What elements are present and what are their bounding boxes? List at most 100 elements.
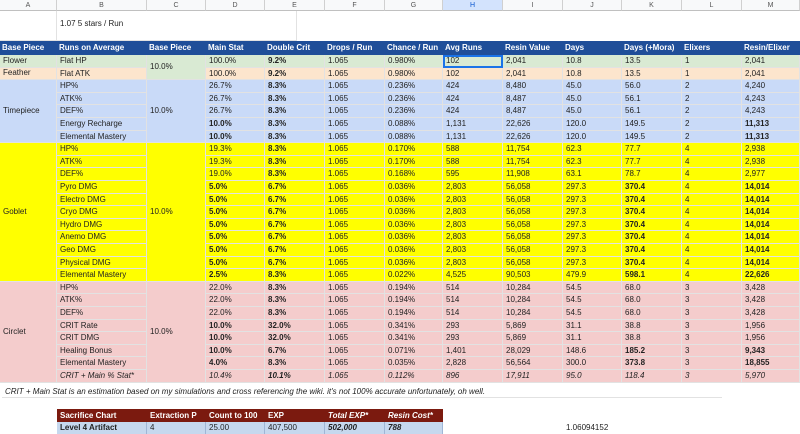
cell-main[interactable]: 5.0% bbox=[206, 206, 265, 219]
cell-main[interactable]: 5.0% bbox=[206, 181, 265, 194]
cell-dc[interactable]: 8.3% bbox=[265, 118, 325, 131]
cell-avg[interactable]: 2,803 bbox=[443, 256, 503, 270]
cell-dc[interactable]: 10.1% bbox=[265, 370, 325, 383]
column-header-m[interactable]: M bbox=[742, 0, 800, 11]
column-header-h[interactable]: H bbox=[443, 0, 503, 11]
cell-dc[interactable]: 8.3% bbox=[265, 168, 325, 181]
sacrifice-cell-4[interactable]: 407,500 bbox=[265, 421, 325, 434]
cell-chance[interactable]: 0.036% bbox=[385, 256, 443, 270]
cell-avg[interactable]: 293 bbox=[443, 332, 503, 345]
column-header-d[interactable]: D bbox=[206, 0, 265, 11]
cell-elix[interactable]: 4 bbox=[682, 231, 742, 244]
cell-name[interactable]: CRIT + Main % Stat* bbox=[57, 370, 147, 383]
cell-main[interactable]: 5.0% bbox=[206, 193, 265, 207]
cell-days[interactable]: 297.3 bbox=[563, 244, 622, 257]
cell-dc[interactable]: 8.3% bbox=[265, 357, 325, 370]
cell-main[interactable]: 10.0% bbox=[206, 332, 265, 345]
cell-dc[interactable]: 32.0% bbox=[265, 332, 325, 345]
column-title-3[interactable]: Base Piece bbox=[147, 41, 206, 55]
cell-rpe[interactable]: 14,014 bbox=[742, 244, 800, 257]
cell-drops[interactable]: 1.065 bbox=[325, 256, 385, 270]
cell-days[interactable]: 479.9 bbox=[563, 269, 622, 282]
sacrifice-cell-2[interactable]: 4 bbox=[147, 421, 206, 434]
cell-drops[interactable]: 1.065 bbox=[325, 269, 385, 282]
cell-drops[interactable]: 1.065 bbox=[325, 55, 385, 68]
cell-elix[interactable]: 2 bbox=[682, 92, 742, 106]
cell-drops[interactable]: 1.065 bbox=[325, 193, 385, 207]
cell-rpe[interactable]: 2,977 bbox=[742, 168, 800, 181]
cell-chance[interactable]: 0.071% bbox=[385, 344, 443, 358]
base-piece-value[interactable]: 10.0% bbox=[147, 143, 206, 282]
cell-dc[interactable]: 8.3% bbox=[265, 269, 325, 282]
sacrifice-header-1[interactable]: Sacrifice Chart bbox=[57, 408, 147, 422]
column-header-c[interactable]: C bbox=[147, 0, 206, 11]
cell-name[interactable]: Hydro DMG bbox=[57, 218, 147, 232]
cell-main[interactable]: 22.0% bbox=[206, 294, 265, 307]
cell-name[interactable]: HP% bbox=[57, 80, 147, 93]
column-title-13[interactable]: Resin/Elixer bbox=[742, 41, 800, 55]
cell-rpe[interactable]: 3,428 bbox=[742, 281, 800, 295]
cell-dc[interactable]: 9.2% bbox=[265, 67, 325, 81]
cell-dc[interactable]: 6.7% bbox=[265, 206, 325, 219]
cell-avg[interactable]: 2,803 bbox=[443, 181, 503, 194]
cell-daysM[interactable]: 370.4 bbox=[622, 244, 682, 257]
cell-elix[interactable]: 3 bbox=[682, 332, 742, 345]
cell-resin[interactable]: 10,284 bbox=[503, 307, 563, 320]
cell-daysM[interactable]: 149.5 bbox=[622, 130, 682, 144]
cell-avg[interactable]: 1,401 bbox=[443, 344, 503, 358]
cell-drops[interactable]: 1.065 bbox=[325, 218, 385, 232]
cell-drops[interactable]: 1.065 bbox=[325, 143, 385, 156]
cell-name[interactable]: Elemental Mastery bbox=[57, 269, 147, 282]
cell-dc[interactable]: 8.3% bbox=[265, 105, 325, 118]
cell-chance[interactable]: 0.236% bbox=[385, 105, 443, 118]
cell-main[interactable]: 22.0% bbox=[206, 281, 265, 295]
cell-dc[interactable]: 8.3% bbox=[265, 294, 325, 307]
cell-elix[interactable]: 3 bbox=[682, 319, 742, 333]
cell-drops[interactable]: 1.065 bbox=[325, 168, 385, 181]
column-title-5[interactable]: Double Crit bbox=[265, 41, 325, 55]
cell-days[interactable]: 54.5 bbox=[563, 294, 622, 307]
cell-days[interactable]: 297.3 bbox=[563, 256, 622, 270]
cell-main[interactable]: 5.0% bbox=[206, 244, 265, 257]
cell-resin[interactable]: 56,058 bbox=[503, 218, 563, 232]
cell-avg[interactable]: 1,131 bbox=[443, 130, 503, 144]
cell-daysM[interactable]: 370.4 bbox=[622, 181, 682, 194]
cell-resin[interactable]: 56,058 bbox=[503, 193, 563, 207]
cell-rpe[interactable]: 14,014 bbox=[742, 193, 800, 207]
column-header-e[interactable]: E bbox=[265, 0, 325, 11]
sacrifice-cell-6[interactable]: 788 bbox=[385, 421, 443, 434]
cell-name[interactable]: Pyro DMG bbox=[57, 181, 147, 194]
cell-rpe[interactable]: 11,313 bbox=[742, 130, 800, 144]
cell-resin[interactable]: 56,564 bbox=[503, 357, 563, 370]
cell-dc[interactable]: 8.3% bbox=[265, 143, 325, 156]
base-piece-value[interactable]: 10.0% bbox=[147, 281, 206, 383]
column-title-10[interactable]: Days bbox=[563, 41, 622, 55]
cell-elix[interactable]: 3 bbox=[682, 370, 742, 383]
cell-daysM[interactable]: 38.8 bbox=[622, 319, 682, 333]
cell-main[interactable]: 4.0% bbox=[206, 357, 265, 370]
cell-rpe[interactable]: 4,243 bbox=[742, 92, 800, 106]
cell-days[interactable]: 120.0 bbox=[563, 118, 622, 131]
column-header-a[interactable]: A bbox=[0, 0, 57, 11]
cell-resin[interactable]: 56,058 bbox=[503, 231, 563, 244]
cell-elix[interactable]: 3 bbox=[682, 344, 742, 358]
cell-resin[interactable]: 56,058 bbox=[503, 206, 563, 219]
cell-chance[interactable]: 0.236% bbox=[385, 80, 443, 93]
cell-daysM[interactable]: 78.7 bbox=[622, 168, 682, 181]
cell-name[interactable]: DEF% bbox=[57, 307, 147, 320]
cell-resin[interactable]: 5,869 bbox=[503, 332, 563, 345]
cell-rpe[interactable]: 14,014 bbox=[742, 256, 800, 270]
top-note[interactable]: 1.07 5 stars / Run bbox=[57, 11, 297, 41]
cell-main[interactable]: 5.0% bbox=[206, 218, 265, 232]
cell-dc[interactable]: 6.7% bbox=[265, 256, 325, 270]
cell-resin[interactable]: 2,041 bbox=[503, 67, 563, 81]
cell-days[interactable]: 45.0 bbox=[563, 92, 622, 106]
cell-chance[interactable]: 0.036% bbox=[385, 244, 443, 257]
cell-days[interactable]: 297.3 bbox=[563, 231, 622, 244]
cell-main[interactable]: 5.0% bbox=[206, 231, 265, 244]
cell-rpe[interactable]: 18,855 bbox=[742, 357, 800, 370]
cell-main[interactable]: 10.0% bbox=[206, 344, 265, 358]
cell-resin[interactable]: 90,503 bbox=[503, 269, 563, 282]
sacrifice-header-4[interactable]: EXP bbox=[265, 408, 325, 422]
column-title-12[interactable]: Elixers bbox=[682, 41, 742, 55]
